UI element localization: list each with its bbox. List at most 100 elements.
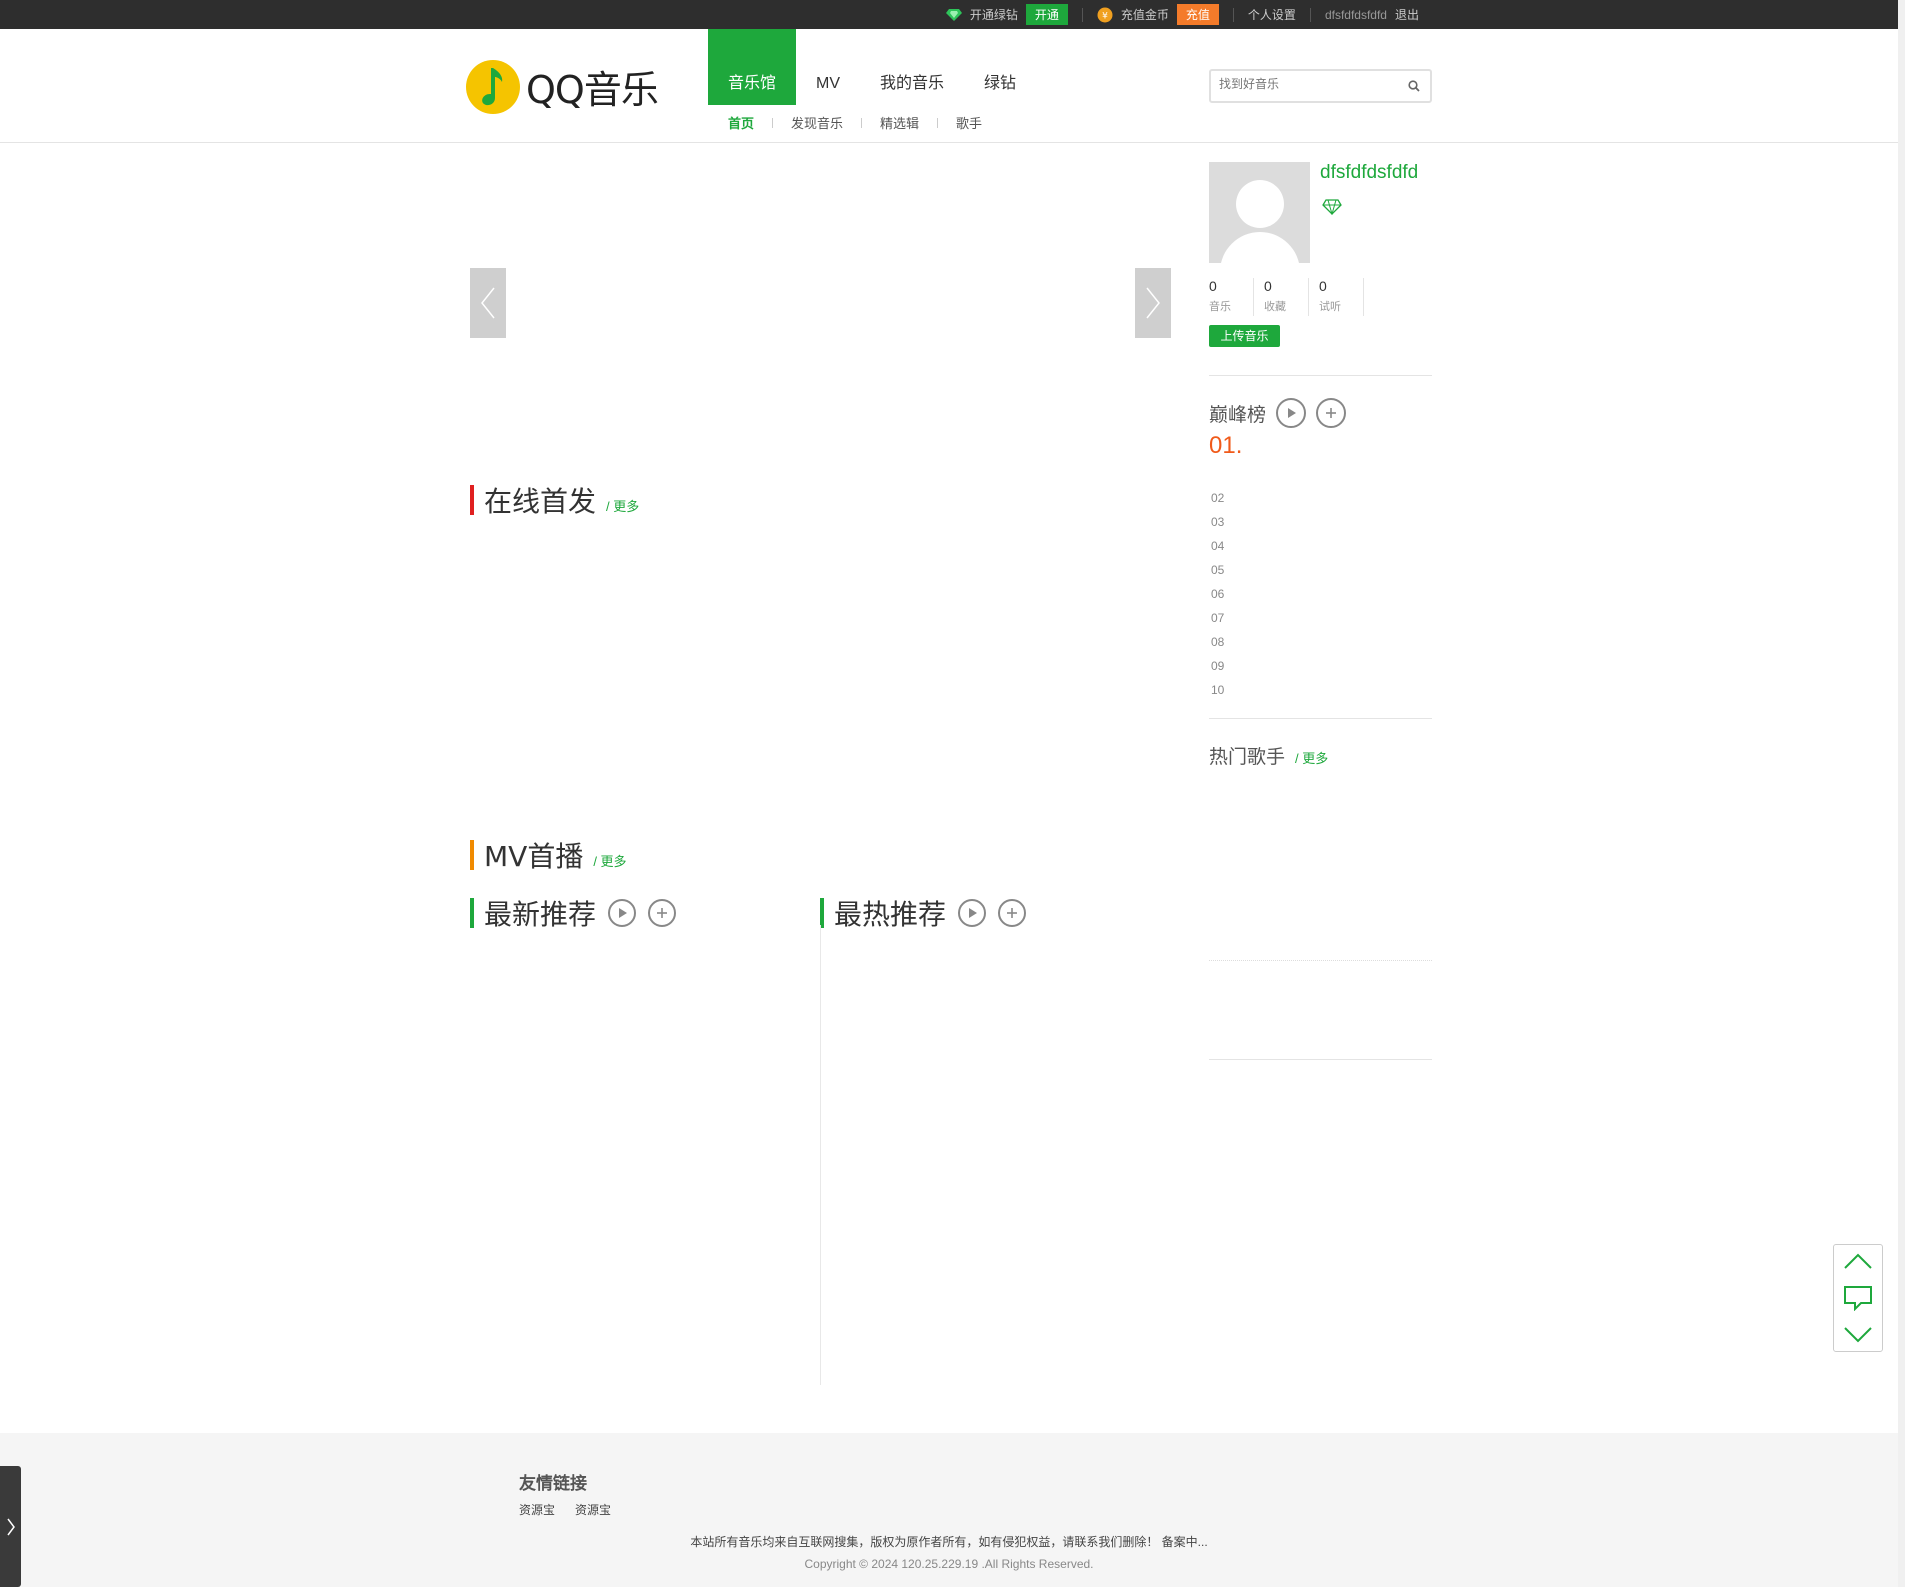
add-all-button[interactable] <box>648 899 677 927</box>
subnav-discover[interactable]: 发现音乐 <box>773 113 861 132</box>
subnav-singers[interactable]: 歌手 <box>938 113 1000 132</box>
svg-text:¥: ¥ <box>1102 11 1108 21</box>
rank-item[interactable]: 10 <box>1211 683 1224 707</box>
copyright: Copyright © 2024 120.25.229.19 .All Righ… <box>804 1557 1094 1571</box>
friend-links: 资源宝 资源宝 <box>519 1501 611 1518</box>
plus-icon <box>1326 408 1337 418</box>
divider <box>1209 375 1432 376</box>
subnav-collections[interactable]: 精选辑 <box>862 113 937 132</box>
rank-item[interactable]: 08 <box>1211 635 1224 659</box>
main-nav: 音乐馆 MV 我的音乐 绿钻 <box>708 29 1036 105</box>
banner-prev-button[interactable] <box>470 268 506 338</box>
stat-music[interactable]: 0 音乐 <box>1209 278 1254 316</box>
chevron-up-icon[interactable] <box>1843 1252 1873 1270</box>
recharge-coins-link[interactable]: 充值金币 <box>1121 6 1169 23</box>
green-diamond-icon <box>945 8 962 21</box>
play-all-button[interactable] <box>608 899 637 927</box>
logo-text: QQ音乐 <box>526 68 659 112</box>
section-marker <box>820 898 824 928</box>
rank-list: 02 03 04 05 06 07 08 09 10 <box>1211 491 1224 707</box>
qq-music-logo[interactable]: QQ音乐 <box>466 59 659 114</box>
copyright-notice: 本站所有音乐均来自互联网搜集，版权为原作者所有，如有侵犯权益，请联系我们删除！ … <box>690 1535 1208 1549</box>
open-green-diamond-link[interactable]: 开通绿钻 <box>970 6 1018 23</box>
footer: 友情链接 资源宝 资源宝 本站所有音乐均来自互联网搜集，版权为原作者所有，如有侵… <box>0 1433 1898 1587</box>
banner-next-button[interactable] <box>1135 268 1171 338</box>
section-marker <box>470 485 474 515</box>
rank-item[interactable]: 06 <box>1211 587 1224 611</box>
stat-value: 0 <box>1209 278 1217 294</box>
play-icon <box>1288 408 1297 418</box>
online-release-section-title: 在线首发 / 更多 <box>470 480 639 520</box>
stat-value: 0 <box>1264 278 1272 294</box>
stat-value: 0 <box>1319 278 1327 294</box>
nav-mv[interactable]: MV <box>796 29 860 105</box>
stat-label: 音乐 <box>1209 301 1231 313</box>
side-expand-tab[interactable] <box>0 1466 21 1587</box>
upload-music-button[interactable]: 上传音乐 <box>1209 325 1280 347</box>
recharge-button[interactable]: 充值 <box>1176 4 1219 25</box>
rank-item[interactable]: 02 <box>1211 491 1224 515</box>
topbar-username[interactable]: dfsfdfdsfdfd <box>1325 8 1387 22</box>
divider <box>1209 718 1432 719</box>
section-title-text: 最新推荐 <box>484 898 597 931</box>
plus-icon <box>657 908 668 918</box>
chevron-right-icon <box>1146 287 1160 319</box>
play-icon <box>619 908 628 918</box>
user-name[interactable]: dfsfdfdsfdfd <box>1320 162 1418 184</box>
subnav-home[interactable]: 首页 <box>728 113 772 132</box>
gold-coin-icon: ¥ <box>1097 7 1113 22</box>
hot-singers-title-text: 热门歌手 <box>1209 747 1286 768</box>
feedback-icon[interactable] <box>1843 1285 1873 1311</box>
scrollbar[interactable] <box>1898 0 1905 1587</box>
top-bar: 开通绿钻 开通 ¥ 充值金币 充值 个人设置 dfsfdfdsfdfd 退出 <box>0 0 1905 29</box>
stat-favorites[interactable]: 0 收藏 <box>1264 278 1309 316</box>
user-stats: 0 音乐 0 收藏 0 试听 <box>1209 278 1374 316</box>
hot-singers-title: 热门歌手 / 更多 <box>1209 742 1328 769</box>
rank-item[interactable]: 04 <box>1211 539 1224 563</box>
divider <box>1232 7 1234 22</box>
rank-play-button[interactable] <box>1276 398 1307 428</box>
stat-listened[interactable]: 0 试听 <box>1319 278 1364 316</box>
nav-green-diamond[interactable]: 绿钻 <box>964 29 1036 105</box>
rank-title-text: 巅峰榜 <box>1209 404 1267 426</box>
play-icon <box>969 908 978 918</box>
open-button[interactable]: 开通 <box>1025 4 1068 25</box>
rank-title: 巅峰榜 <box>1209 398 1347 428</box>
friend-links-title: 友情链接 <box>519 1474 587 1493</box>
green-diamond-icon <box>1322 199 1342 215</box>
friend-link[interactable]: 资源宝 <box>575 1501 611 1518</box>
divider <box>1309 7 1311 22</box>
section-marker <box>470 898 474 928</box>
hottest-recommend-title: 最热推荐 <box>820 893 1027 933</box>
chevron-left-icon <box>481 287 495 319</box>
friend-link[interactable]: 资源宝 <box>519 1501 555 1518</box>
more-link[interactable]: / 更多 <box>606 496 639 515</box>
more-link[interactable]: / 更多 <box>593 851 626 870</box>
rank-item[interactable]: 07 <box>1211 611 1224 635</box>
add-all-button[interactable] <box>998 899 1027 927</box>
play-all-button[interactable] <box>958 899 987 927</box>
sub-nav: 首页 发现音乐 精选辑 歌手 <box>728 113 1000 132</box>
mv-premiere-section-title: MV首播 / 更多 <box>470 835 627 875</box>
rank-item[interactable]: 09 <box>1211 659 1224 683</box>
avatar[interactable] <box>1209 162 1310 263</box>
chevron-down-icon[interactable] <box>1843 1326 1873 1344</box>
logout-link[interactable]: 退出 <box>1395 6 1419 23</box>
search-box <box>1209 69 1432 103</box>
plus-icon <box>1007 908 1018 918</box>
rank-item[interactable]: 05 <box>1211 563 1224 587</box>
search-input[interactable] <box>1219 77 1399 91</box>
nav-music-hall[interactable]: 音乐馆 <box>708 29 797 105</box>
section-marker <box>470 840 474 870</box>
personal-settings-link[interactable]: 个人设置 <box>1248 6 1296 23</box>
nav-my-music[interactable]: 我的音乐 <box>860 29 964 105</box>
more-link[interactable]: / 更多 <box>1295 748 1328 767</box>
search-icon[interactable] <box>1408 80 1420 92</box>
divider <box>1209 960 1432 961</box>
rank-item[interactable]: 03 <box>1211 515 1224 539</box>
stat-label: 收藏 <box>1264 301 1286 313</box>
column-divider <box>820 925 821 1385</box>
rank-add-button[interactable] <box>1316 398 1347 428</box>
section-title-text: 最热推荐 <box>834 898 947 931</box>
section-title-text: 在线首发 <box>484 485 597 518</box>
